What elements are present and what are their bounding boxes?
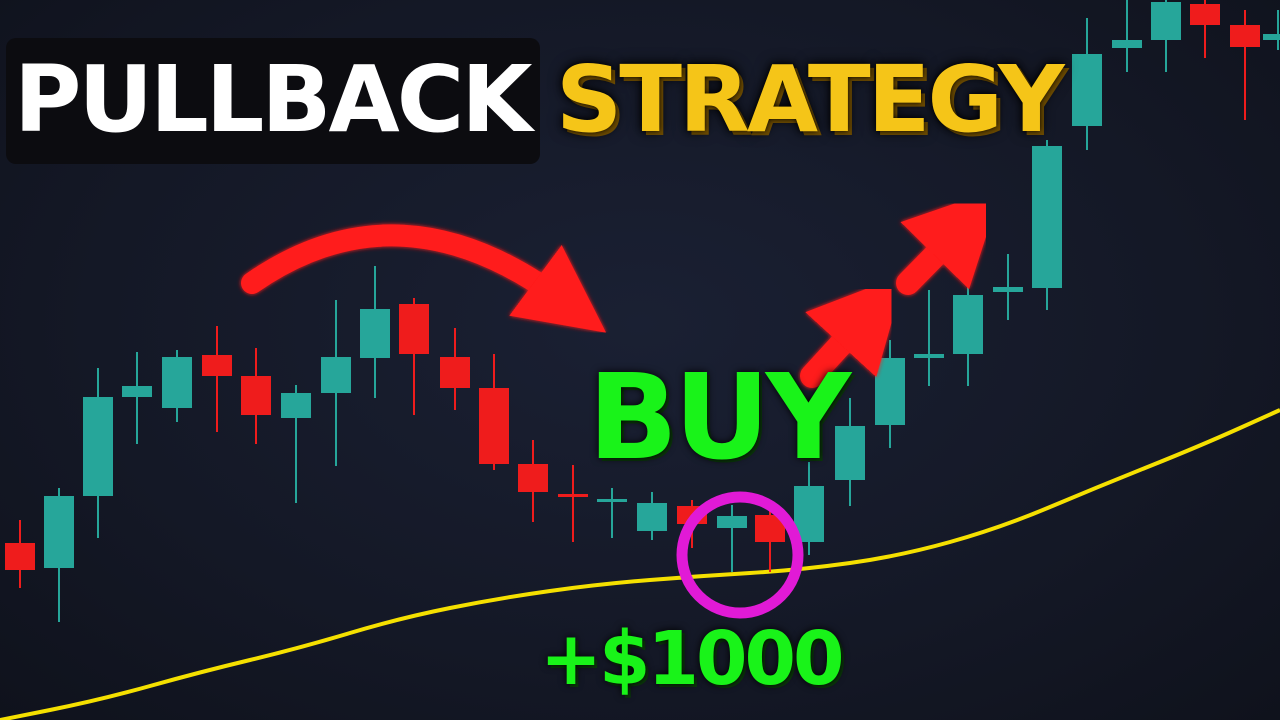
candle-body — [399, 304, 429, 354]
candle-body — [1072, 54, 1102, 126]
buy-signal-label: BUY — [588, 348, 851, 486]
candle-23 — [875, 340, 905, 448]
candle-body — [1151, 2, 1181, 40]
candle-body — [558, 494, 588, 497]
profit-label: +$1000 — [540, 616, 844, 702]
candle-body — [597, 499, 627, 502]
curved-arrow-icon — [241, 224, 607, 333]
candle-19 — [717, 505, 747, 572]
candle-26 — [993, 254, 1023, 320]
candle-32 — [1230, 10, 1260, 120]
candle-12 — [440, 328, 470, 410]
candle-5 — [162, 350, 192, 422]
candle-28 — [1072, 18, 1102, 150]
candle-body — [1112, 40, 1142, 48]
candle-3 — [83, 368, 113, 538]
candle-body — [360, 309, 390, 358]
candle-body — [162, 357, 192, 408]
candle-15 — [558, 465, 588, 542]
candle-body — [281, 393, 311, 418]
candle-body — [44, 496, 74, 568]
candle-2 — [44, 488, 74, 622]
candle-body — [914, 354, 944, 358]
candle-10 — [360, 266, 390, 398]
candle-body — [953, 295, 983, 354]
candle-body — [518, 464, 548, 492]
candle-body — [122, 386, 152, 397]
candle-body — [202, 355, 232, 376]
title-pullback: PULLBACK — [14, 46, 533, 153]
candle-body — [241, 376, 271, 415]
candle-17 — [637, 492, 667, 540]
candle-27 — [1032, 140, 1062, 310]
candle-29 — [1112, 0, 1142, 72]
candle-9 — [321, 300, 351, 466]
candle-body — [1190, 4, 1220, 25]
candle-body — [83, 397, 113, 496]
candle-33 — [1263, 10, 1280, 50]
candle-body — [321, 357, 351, 393]
candle-4 — [122, 352, 152, 444]
candle-body — [440, 357, 470, 388]
candle-30 — [1151, 0, 1181, 72]
candle-body — [1263, 34, 1280, 40]
thumbnail-canvas: PULLBACK STRATEGY BUY +$1000 — [0, 0, 1280, 720]
candle-body — [993, 287, 1023, 292]
candle-16 — [597, 488, 627, 538]
candle-8 — [281, 385, 311, 503]
candle-11 — [399, 298, 429, 415]
up-arrow-icon — [896, 187, 1003, 295]
title-strategy: STRATEGY — [556, 46, 1065, 153]
candle-body — [637, 503, 667, 531]
candle-25 — [953, 252, 983, 386]
candle-7 — [241, 348, 271, 444]
candle-body — [1230, 25, 1260, 47]
candle-14 — [518, 440, 548, 522]
candle-31 — [1190, 0, 1220, 58]
candle-24 — [914, 290, 944, 386]
candle-6 — [202, 326, 232, 432]
circle-highlight-icon — [676, 491, 804, 619]
candle-body — [5, 543, 35, 570]
candle-13 — [479, 354, 509, 470]
candle-body — [479, 388, 509, 464]
candle-body — [717, 516, 747, 528]
candle-1 — [5, 520, 35, 588]
candle-body — [875, 358, 905, 425]
candle-body — [1032, 146, 1062, 288]
